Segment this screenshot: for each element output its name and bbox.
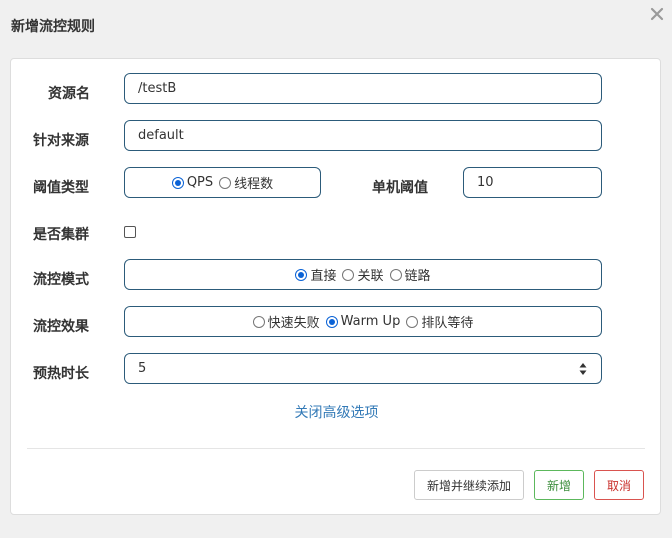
behavior-option-label: Warm Up bbox=[340, 314, 401, 329]
strategy-option-label: 链路 bbox=[404, 269, 431, 284]
warmup-number-input[interactable]: 5 bbox=[124, 353, 602, 384]
dialog-title: 新增流控规则 bbox=[11, 19, 95, 35]
behavior-option-warm-up[interactable]: Warm Up bbox=[325, 314, 401, 329]
radio-checked-icon bbox=[325, 315, 338, 328]
behavior-option-label: 排队等待 bbox=[421, 316, 474, 331]
add-button[interactable]: 新增 bbox=[534, 470, 584, 500]
behavior-option-label: 快速失败 bbox=[267, 316, 320, 331]
cluster-checkbox[interactable] bbox=[124, 226, 136, 238]
toggle-advanced-link[interactable]: 关闭高级选项 bbox=[11, 402, 662, 422]
grade-label: 阈值类型 bbox=[33, 180, 89, 196]
grade-option-qps[interactable]: QPS bbox=[171, 175, 214, 190]
behavior-option-queue[interactable]: 排队等待 bbox=[406, 312, 473, 331]
threshold-label: 单机阈值 bbox=[372, 180, 428, 196]
radio-unchecked-icon bbox=[219, 176, 232, 189]
strategy-option-chain[interactable]: 链路 bbox=[389, 265, 431, 284]
resource-label: 资源名 bbox=[48, 86, 90, 102]
cancel-button[interactable]: 取消 bbox=[594, 470, 644, 500]
radio-unchecked-icon bbox=[342, 268, 355, 281]
stepper-arrows-icon[interactable] bbox=[579, 362, 587, 376]
strategy-radio-group: 直接 关联 链路 bbox=[124, 259, 602, 290]
control-behavior-label: 流控效果 bbox=[33, 319, 89, 335]
strategy-label: 流控模式 bbox=[33, 272, 89, 288]
grade-option-thread[interactable]: 线程数 bbox=[219, 173, 273, 192]
grade-option-label: 线程数 bbox=[234, 177, 274, 192]
radio-checked-icon bbox=[295, 268, 308, 281]
behavior-option-fast-fail[interactable]: 快速失败 bbox=[252, 312, 320, 331]
close-icon[interactable] bbox=[650, 7, 664, 21]
radio-unchecked-icon bbox=[389, 268, 402, 281]
add-and-continue-button[interactable]: 新增并继续添加 bbox=[414, 470, 524, 500]
control-behavior-radio-group: 快速失败 Warm Up 排队等待 bbox=[124, 306, 602, 337]
radio-checked-icon bbox=[171, 176, 184, 189]
limit-app-label: 针对来源 bbox=[33, 133, 89, 149]
threshold-input[interactable]: 10 bbox=[463, 167, 602, 198]
limit-app-input[interactable]: default bbox=[124, 120, 602, 151]
grade-option-label: QPS bbox=[186, 175, 214, 190]
footer-divider bbox=[27, 448, 645, 449]
radio-unchecked-icon bbox=[252, 315, 265, 328]
strategy-option-relate[interactable]: 关联 bbox=[342, 265, 384, 284]
warmup-label: 预热时长 bbox=[33, 366, 89, 382]
strategy-option-label: 关联 bbox=[357, 269, 384, 284]
cluster-label: 是否集群 bbox=[33, 227, 89, 243]
warmup-value: 5 bbox=[138, 361, 147, 376]
strategy-option-direct[interactable]: 直接 bbox=[295, 265, 336, 284]
radio-unchecked-icon bbox=[406, 315, 419, 328]
strategy-option-label: 直接 bbox=[310, 269, 337, 284]
resource-input[interactable]: /testB bbox=[124, 73, 602, 104]
grade-radio-group: QPS 线程数 bbox=[124, 167, 321, 198]
rule-form-panel: 资源名 /testB 针对来源 default 阈值类型 QPS 线程数 单机阈… bbox=[10, 58, 661, 515]
